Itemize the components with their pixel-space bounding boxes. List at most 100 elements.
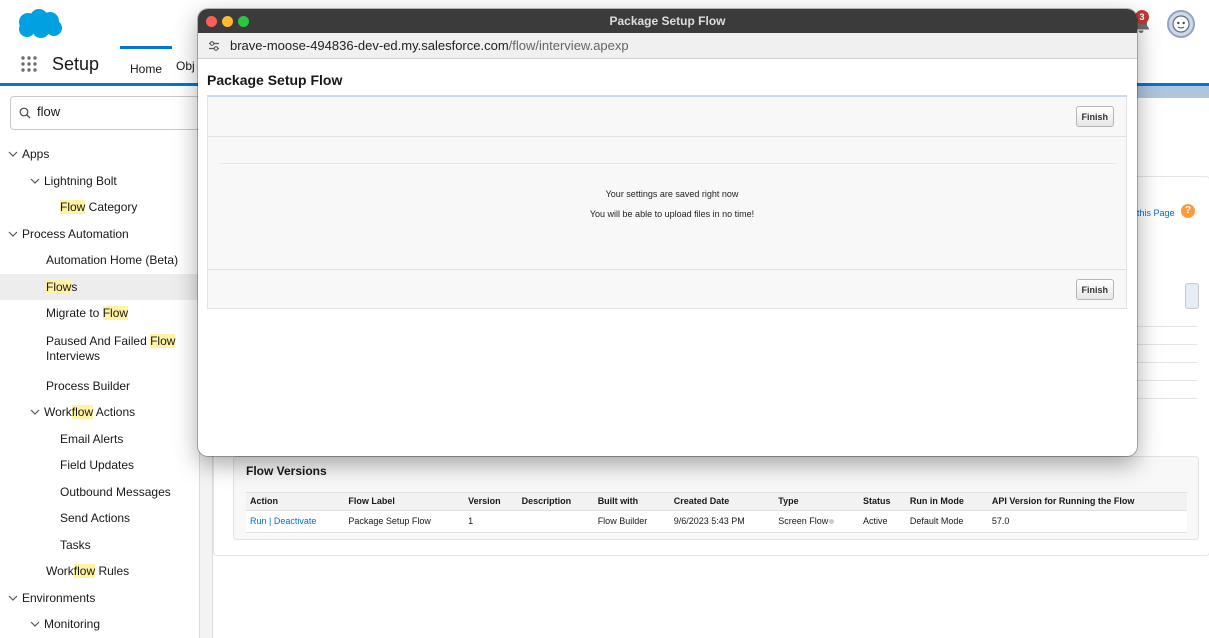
built-with-cell: Flow Builder <box>593 510 670 533</box>
sidebar-item-label: Send Actions <box>60 511 131 525</box>
sidebar-item-label: Monitoring <box>44 617 101 631</box>
run-link[interactable]: Run <box>250 516 267 526</box>
sidebar-item-automation-home-beta[interactable]: Automation Home (Beta) <box>0 247 200 274</box>
url-host: brave-moose-494836-dev-ed.my.salesforce.… <box>230 38 509 53</box>
sidebar-item-label: Environments <box>22 590 96 605</box>
sidebar-item-label: Migrate to Flow <box>46 306 129 320</box>
flow-footer-bottom: Finish <box>208 269 1126 309</box>
flow-message: You will be able to upload files in no t… <box>589 209 755 219</box>
column-header: Flow Label <box>344 492 465 511</box>
info-dot-icon <box>829 519 835 525</box>
column-header: API Version for Running the Flow <box>987 492 1187 511</box>
search-highlight: Flow <box>46 279 72 294</box>
sidebar-item-process-automation[interactable]: Process Automation <box>0 221 200 248</box>
sidebar-item-label: Flow Category <box>60 200 138 214</box>
tab-object-manager[interactable]: Obj <box>176 59 195 73</box>
sidebar-item-workflow-actions[interactable]: Workflow Actions <box>0 399 200 426</box>
url-text[interactable]: brave-moose-494836-dev-ed.my.salesforce.… <box>230 38 629 53</box>
collapse-tab[interactable] <box>1185 283 1199 309</box>
sidebar-item-label: Tasks <box>60 537 91 552</box>
divider <box>1137 344 1197 345</box>
sidebar-item-field-updates[interactable]: Field Updates <box>0 452 200 479</box>
column-header: Type <box>774 492 859 511</box>
sidebar-item-send-actions[interactable]: Send Actions <box>0 505 200 532</box>
divider <box>1137 380 1197 381</box>
chevron-down-icon[interactable] <box>30 620 40 628</box>
column-header: Version <box>464 492 518 511</box>
action-separator: | <box>266 516 274 526</box>
run-mode-cell: Default Mode <box>905 510 988 533</box>
sidebar-item-label: Workflow Rules <box>46 564 130 578</box>
setup-tree: Apps Lightning Bolt Flow Category Process A… <box>0 141 200 638</box>
user-avatar[interactable] <box>1167 10 1195 38</box>
search-highlight: flow <box>71 405 94 419</box>
sidebar-item-flows[interactable]: Flows <box>0 273 200 300</box>
finish-button-bottom[interactable]: Finish <box>1075 279 1114 300</box>
quick-find-search[interactable] <box>10 96 200 130</box>
sidebar-item-flow-category[interactable]: Flow Category <box>0 194 200 221</box>
flow-label-cell: Package Setup Flow <box>344 510 465 533</box>
sidebar-item-outbound-messages[interactable]: Outbound Messages <box>0 479 200 506</box>
astro-avatar-icon <box>1172 15 1190 33</box>
finish-button-top[interactable]: Finish <box>1075 106 1114 127</box>
created-date-cell: 9/6/2023 5:43 PM <box>669 510 775 533</box>
search-highlight: flow <box>73 564 96 578</box>
package-setup-flow-window: Package Setup Flow brave-moose-494836-de… <box>198 9 1137 456</box>
sidebar-item-migrate-to-flow[interactable]: Migrate to Flow <box>0 300 200 327</box>
search-highlight: Flow <box>102 306 129 320</box>
chevron-down-icon[interactable] <box>8 594 18 602</box>
description-cell <box>517 510 594 533</box>
sidebar-item-label: Automation Home (Beta) <box>46 253 179 267</box>
sidebar-item-label: Lightning Bolt <box>44 173 117 188</box>
sidebar-item-label: Field Updates <box>60 458 135 472</box>
window-titlebar[interactable]: Package Setup Flow <box>198 9 1137 33</box>
header-actions: 3 <box>1129 10 1195 38</box>
chevron-down-icon[interactable] <box>8 230 18 238</box>
sidebar-item-label: Outbound Messages <box>60 484 171 499</box>
flow-body: Your settings are saved right now You wi… <box>220 163 1116 219</box>
divider <box>1137 398 1197 399</box>
table-header-row: Action Flow Label Version Description Bu… <box>246 492 1187 511</box>
deactivate-link[interactable]: Deactivate <box>274 516 317 526</box>
sidebar-item-apps[interactable]: Apps <box>0 141 200 168</box>
tab-home[interactable]: Home <box>120 46 173 83</box>
column-header: Created Date <box>669 492 775 511</box>
sidebar-item-process-builder[interactable]: Process Builder <box>0 373 200 400</box>
table-row: Run | Deactivate Package Setup Flow 1 Fl… <box>246 510 1187 533</box>
divider <box>1137 326 1197 327</box>
chevron-down-icon[interactable] <box>30 408 40 416</box>
flow-versions-title: Flow Versions <box>246 464 327 478</box>
type-cell: Screen Flow <box>774 510 859 533</box>
sidebar-item-workflow-rules[interactable]: Workflow Rules <box>0 558 200 585</box>
sidebar-item-tasks[interactable]: Tasks <box>0 532 200 559</box>
sidebar-item-label: Paused And Failed Flow Interviews <box>46 333 176 363</box>
site-settings-icon[interactable] <box>208 40 220 52</box>
help-icon[interactable]: ? <box>1181 204 1195 218</box>
header-banner-decor <box>1133 86 1209 98</box>
sidebar-item-environments[interactable]: Environments <box>0 585 200 612</box>
search-highlight: Flow <box>60 200 86 214</box>
column-header: Action <box>246 492 345 511</box>
address-bar[interactable]: brave-moose-494836-dev-ed.my.salesforce.… <box>198 33 1137 59</box>
sidebar-item-email-alerts[interactable]: Email Alerts <box>0 426 200 453</box>
quick-find-input[interactable] <box>37 104 187 119</box>
sidebar-item-label: Flows <box>46 279 78 294</box>
sidebar-item-label: Apps <box>22 147 50 161</box>
sidebar-item-paused-and-failed-flow-interviews[interactable]: Paused And Failed Flow Interviews <box>0 327 200 373</box>
sidebar-item-label: Email Alerts <box>60 431 124 446</box>
search-icon <box>19 107 31 119</box>
column-header: Status <box>858 492 906 511</box>
sidebar-item-lightning-bolt[interactable]: Lightning Bolt <box>0 168 200 195</box>
column-header: Description <box>517 492 594 511</box>
salesforce-logo[interactable] <box>14 8 64 40</box>
flow-versions-table: Action Flow Label Version Description Bu… <box>246 492 1187 533</box>
chevron-down-icon[interactable] <box>8 150 18 158</box>
help-for-this-page-link[interactable]: this Page <box>1137 208 1175 218</box>
chevron-down-icon[interactable] <box>30 177 40 185</box>
notification-badge: 3 <box>1135 10 1149 24</box>
sidebar-item-label: Process Automation <box>22 226 129 241</box>
app-name: Setup <box>52 54 100 74</box>
sidebar-item-monitoring[interactable]: Monitoring <box>0 611 200 638</box>
app-launcher-icon[interactable] <box>20 55 38 73</box>
flow-footer-top: Finish <box>208 97 1126 137</box>
